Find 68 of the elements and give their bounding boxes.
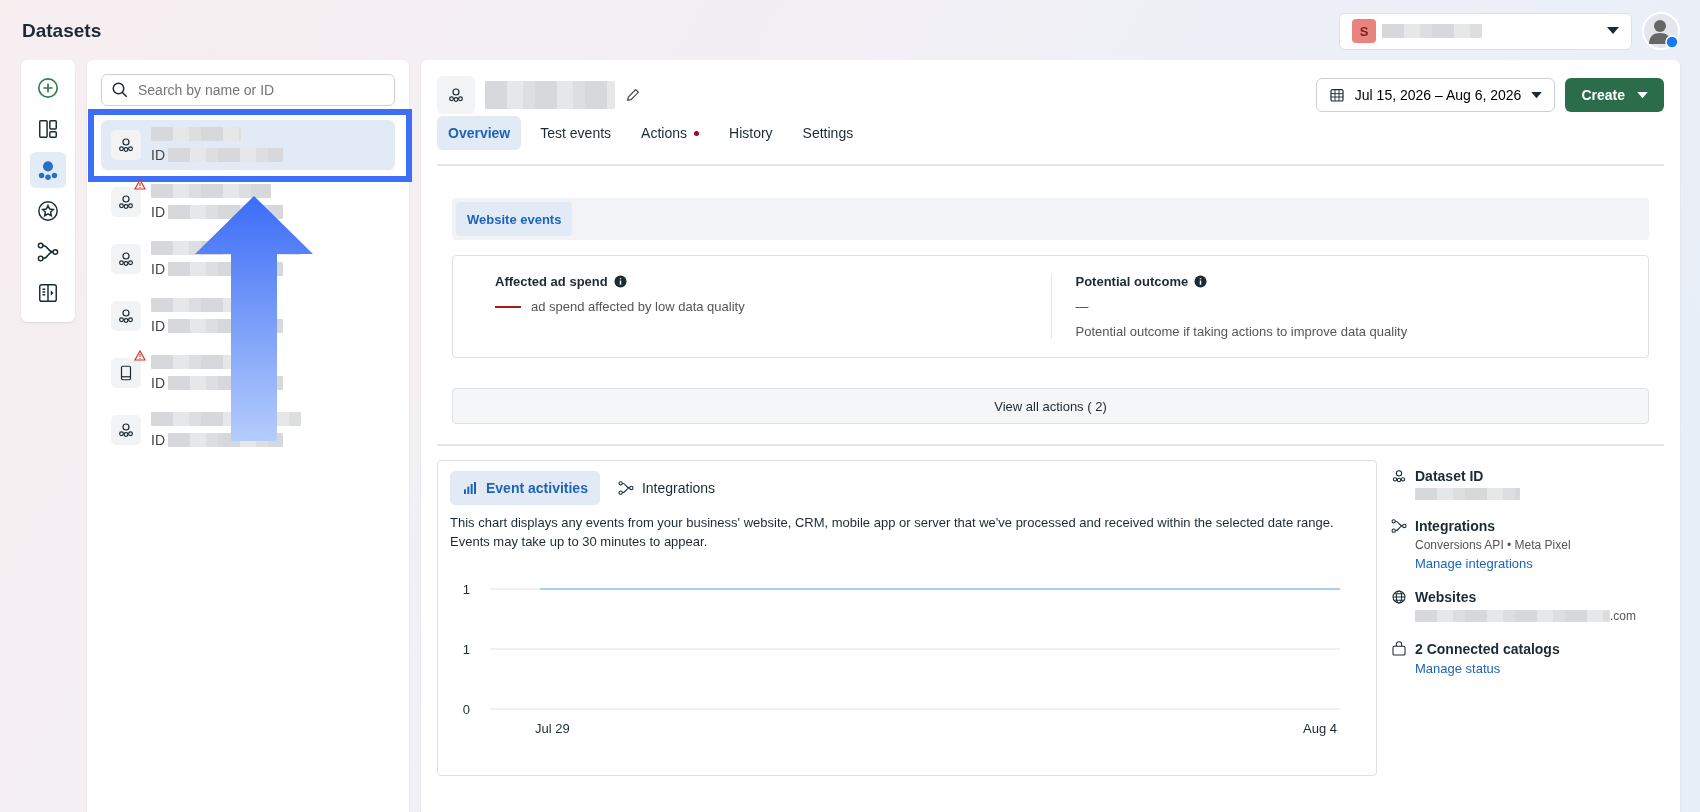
y-axis-label: 1 <box>462 582 470 597</box>
date-range-picker[interactable]: Jul 15, 2026 – Aug 6, 2026 <box>1315 78 1556 112</box>
info-title: Integrations <box>1415 518 1497 534</box>
id-label: ID <box>151 432 165 448</box>
integrations-icon <box>1391 518 1407 534</box>
chart-description: This chart displays any events from your business' website, CRM, mobile app or server that we've processed and received within the selected date range. Events may take up to 30 minutes to appear. <box>450 514 1335 551</box>
tab[interactable]: Test events <box>529 116 623 150</box>
bar-chart-icon <box>462 480 478 496</box>
dataset-icon <box>1391 468 1407 484</box>
x-axis-label: Aug 4 <box>1303 721 1337 736</box>
create-button[interactable]: Create <box>1565 78 1664 112</box>
event-source-tab[interactable]: Website events <box>456 202 573 236</box>
pencil-icon[interactable] <box>625 87 641 103</box>
info-icon[interactable] <box>1194 275 1208 288</box>
account-selector[interactable]: S <box>1339 12 1632 50</box>
bag-icon <box>1391 641 1407 657</box>
id-label: ID <box>151 375 165 391</box>
x-axis-label: Jul 29 <box>535 721 570 736</box>
id-label: ID <box>151 204 165 220</box>
info-link[interactable]: Manage integrations <box>1415 556 1571 571</box>
negative-indicator <box>495 305 521 308</box>
tab[interactable]: Settings <box>791 116 865 150</box>
dataset-icon <box>117 421 135 439</box>
tab[interactable]: Overview <box>437 116 522 150</box>
info-title: Dataset ID <box>1415 468 1485 484</box>
globe-icon <box>1391 589 1407 605</box>
dataset-list-item[interactable]: ID <box>101 120 395 170</box>
search-icon <box>111 81 129 99</box>
info-link[interactable]: Manage status <box>1415 661 1560 676</box>
avatar[interactable] <box>1642 12 1680 50</box>
metric-title: Potential outcome <box>1075 274 1189 289</box>
info-icon[interactable] <box>613 275 627 288</box>
dataset-icon <box>447 86 465 104</box>
dataset-icon <box>117 136 135 154</box>
integrations-icon <box>37 241 59 263</box>
view-all-actions-button[interactable]: View all actions ( 2) <box>452 388 1649 424</box>
tab[interactable]: History <box>718 116 784 150</box>
info-title: Websites <box>1415 589 1478 605</box>
id-label: ID <box>151 147 165 163</box>
dataset-icon <box>117 250 135 268</box>
search-field[interactable]: Search by name or ID <box>101 74 395 106</box>
caret-icon <box>1531 91 1543 99</box>
tab[interactable]: Actions <box>630 116 710 150</box>
dataset-icon <box>117 193 135 211</box>
dataset-icon <box>117 307 135 325</box>
layout-icon <box>37 118 59 140</box>
calendar-icon <box>1328 87 1345 103</box>
domain-suffix: .com <box>1610 609 1636 623</box>
info-subtitle: Conversions API • Meta Pixel <box>1415 538 1571 552</box>
page-title: Datasets <box>22 20 102 42</box>
caret-icon <box>1607 27 1619 35</box>
caret-icon <box>1637 91 1648 99</box>
metric-title: Affected ad spend <box>495 274 608 289</box>
integrations-icon <box>617 480 634 496</box>
metric-description: Potential outcome if taking actions to improve data quality <box>1075 324 1409 339</box>
chart-tab[interactable]: Integrations <box>605 471 728 505</box>
metric-description: ad spend affected by low data quality <box>531 299 745 314</box>
id-label: ID <box>151 318 165 334</box>
account-initial: S <box>1352 19 1376 43</box>
id-label: ID <box>151 261 165 277</box>
add-icon <box>37 77 59 99</box>
y-axis-label: 0 <box>462 702 470 717</box>
chart-tab[interactable]: Event activities <box>450 471 600 505</box>
panel-icon <box>37 282 59 304</box>
dataset-icon <box>37 159 59 181</box>
metric-value: — <box>1075 299 1090 314</box>
y-axis-label: 1 <box>462 642 470 657</box>
info-title: 2 Connected catalogs <box>1415 641 1560 657</box>
